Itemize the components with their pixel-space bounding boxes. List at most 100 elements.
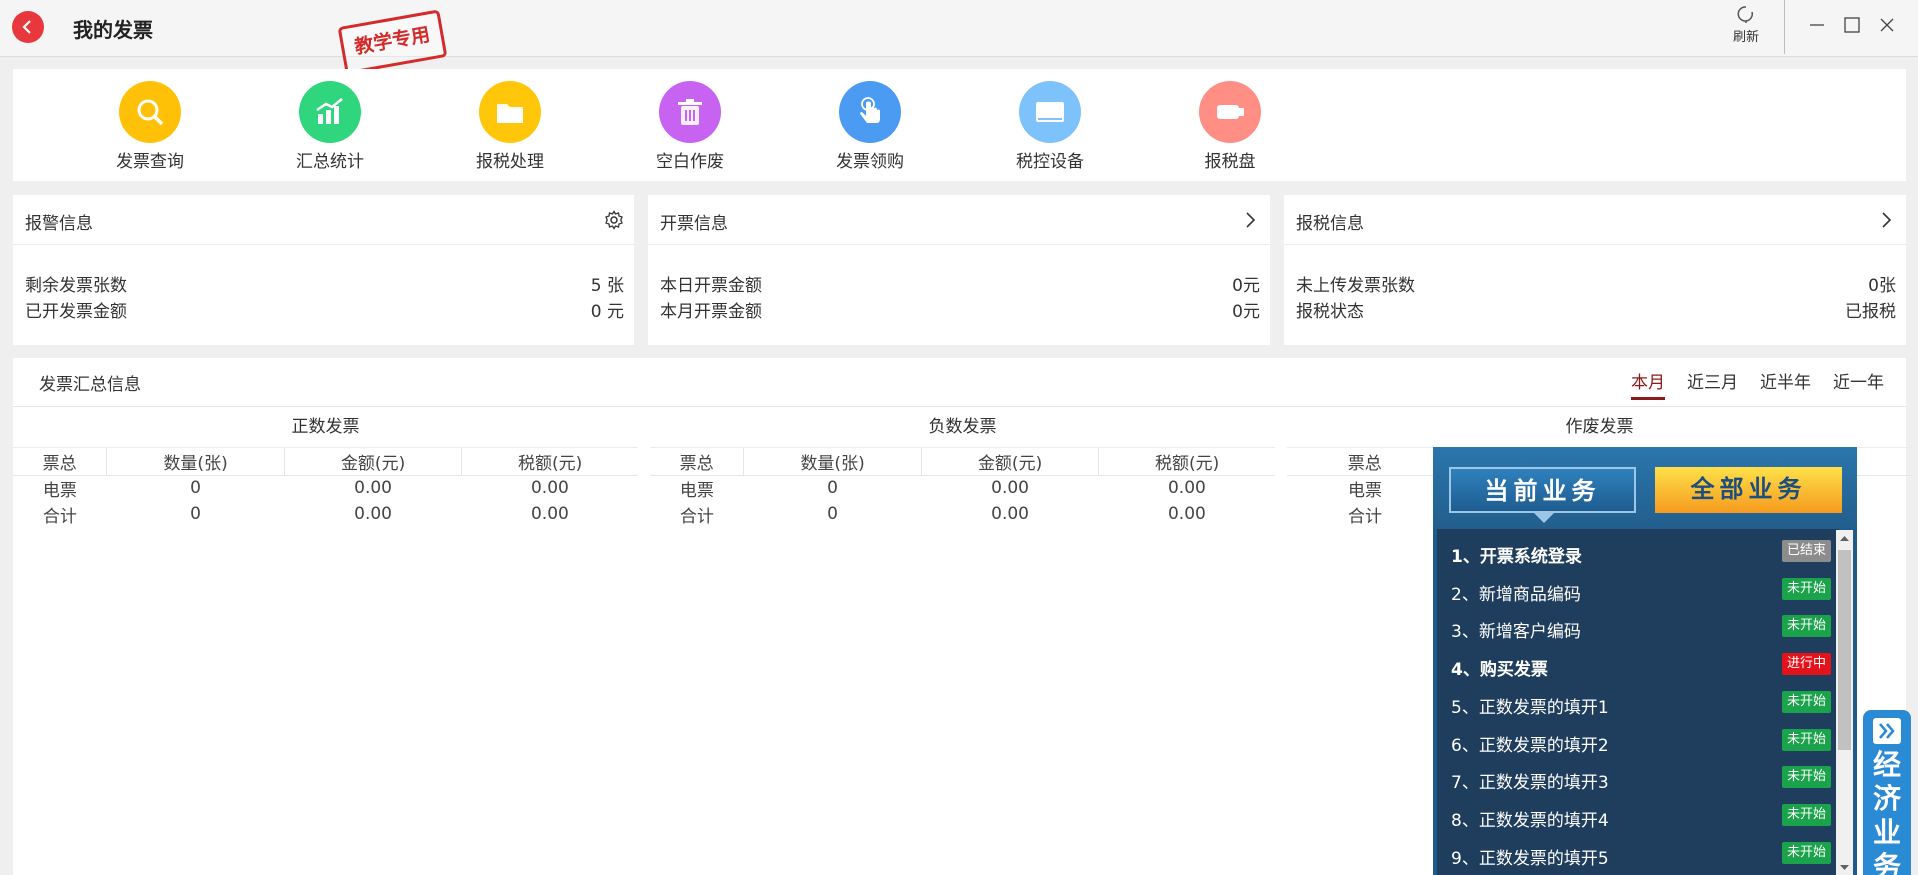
- table-row: 电票 0 0.00 0.00: [13, 475, 638, 501]
- table-cell: 合计: [42, 506, 77, 527]
- positive-invoice-group: 正数发票 票总 数量(张) 金额(元) 税额(元) 电票 0 0.00 0.00…: [13, 406, 638, 527]
- task-name: 9、正数发票的填开5: [1451, 848, 1609, 869]
- task-name: 5、正数发票的填开1: [1451, 697, 1609, 718]
- task-item[interactable]: 5、正数发票的填开1 未开始: [1451, 684, 1831, 721]
- scroll-up-icon[interactable]: [1836, 531, 1853, 545]
- table-row: 合计 0 0.00 0.00: [650, 501, 1275, 527]
- table-cell: 0.00: [991, 504, 1029, 524]
- group-title: 负数发票: [650, 406, 1275, 448]
- card-title: 报税信息: [1296, 214, 1364, 234]
- gear-icon: [605, 210, 623, 230]
- task-item[interactable]: 9、正数发票的填开5 未开始: [1451, 835, 1831, 872]
- business-task-list: 1、开票系统登录 已结束 2、新增商品编码 未开始 3、新增客户编码 未开始 4、购买发票进…: [1437, 529, 1839, 875]
- table-cell: 0.00: [1167, 478, 1206, 499]
- task-status-badge: 进行中: [1781, 653, 1831, 676]
- column-header: 票总: [1287, 448, 1444, 476]
- tool-summary-stats[interactable]: 汇总统计: [280, 81, 380, 172]
- table-cell: 合计: [1348, 506, 1382, 527]
- table-row: 合计 0 0.00 0.00: [13, 501, 638, 527]
- tab-this-month[interactable]: 本月: [1631, 368, 1665, 400]
- device-icon: [1019, 81, 1081, 143]
- chevron-right-icon[interactable]: [1240, 210, 1260, 234]
- tool-label: 发票查询: [116, 152, 184, 172]
- minimize-icon: [1810, 24, 1824, 26]
- column-header: 税额(元): [461, 448, 638, 476]
- table-cell: 0.00: [991, 478, 1029, 499]
- scrollbar-thumb[interactable]: [1838, 550, 1851, 750]
- task-name: 1、开票系统登录: [1451, 547, 1582, 567]
- tool-invoice-purchase[interactable]: 发票领购: [820, 81, 920, 172]
- tool-tax-device[interactable]: 税控设备: [1000, 81, 1100, 172]
- refresh-button[interactable]: 刷新: [1728, 4, 1764, 45]
- tax-report-info-card[interactable]: 报税信息 未上传发票张数 0张 报税状态 已报税: [1284, 195, 1906, 345]
- card-header: 报税信息: [1284, 195, 1906, 245]
- row-value: 0元: [1232, 302, 1260, 322]
- task-status-badge: 已结束: [1781, 540, 1831, 562]
- usb-key-icon: [1199, 81, 1261, 143]
- row-value: 已报税: [1845, 302, 1896, 322]
- title-bar: 我的发票 教学专用 刷新: [0, 0, 1918, 75]
- column-header: 金额(元): [921, 448, 1100, 476]
- task-item[interactable]: 6、正数发票的填开2 未开始: [1451, 722, 1831, 759]
- tab-one-year[interactable]: 近一年: [1833, 368, 1884, 397]
- invoicing-info-card[interactable]: 开票信息 本日开票金额 0元 本月开票金额 0元: [648, 195, 1270, 345]
- task-item[interactable]: 1、开票系统登录 已结束: [1451, 533, 1831, 570]
- summary-title: 发票汇总信息: [39, 375, 141, 395]
- column-header: 数量(张): [743, 448, 922, 476]
- task-list-scrollbar[interactable]: [1836, 530, 1853, 875]
- table-row: 电票 0 0.00 0.00: [650, 475, 1275, 501]
- teaching-stamp: 教学专用: [337, 9, 448, 75]
- double-chevron-right-icon: [1873, 718, 1901, 744]
- task-status-badge: 未开始: [1781, 577, 1831, 600]
- tool-tax-processing[interactable]: 报税处理: [460, 81, 560, 172]
- task-item[interactable]: 4、购买发票 进行中: [1451, 646, 1831, 683]
- economic-business-toggle[interactable]: 经济业务: [1863, 710, 1911, 875]
- column-header: 票总: [13, 448, 108, 476]
- tab-all-business[interactable]: 全部业务: [1655, 467, 1842, 513]
- task-name: 4、购买发票: [1451, 660, 1548, 681]
- business-panel: 当前业务 全部业务 1、开票系统登录 已结束 2、新增商品编码 未开始 3、新增客户编码…: [1433, 447, 1857, 875]
- tool-blank-void[interactable]: 空白作废: [640, 81, 740, 172]
- maximize-button[interactable]: [1841, 14, 1863, 36]
- table-cell: 0: [827, 504, 838, 524]
- tab-three-months[interactable]: 近三月: [1687, 368, 1738, 397]
- tool-tax-disk[interactable]: 报税盘: [1180, 81, 1280, 172]
- table-cell: 0: [827, 478, 838, 499]
- task-name: 2、新增商品编码: [1451, 584, 1581, 605]
- task-name: 8、正数发票的填开4: [1451, 810, 1609, 831]
- chevron-left-icon: [22, 20, 31, 34]
- task-item[interactable]: 3、新增客户编码 未开始: [1451, 608, 1831, 645]
- tab-current-business[interactable]: 当前业务: [1449, 467, 1636, 523]
- tab-half-year[interactable]: 近半年: [1760, 368, 1811, 397]
- settings-button[interactable]: [604, 210, 624, 234]
- scroll-down-icon[interactable]: [1836, 861, 1853, 875]
- tool-label: 税控设备: [1016, 152, 1084, 172]
- row-value: 5 张: [590, 276, 624, 296]
- column-header: 税额(元): [1098, 448, 1275, 476]
- hand-pointer-icon: [839, 81, 901, 143]
- minimize-button[interactable]: [1806, 14, 1828, 36]
- tool-invoice-query[interactable]: 发票查询: [100, 81, 200, 172]
- card-title: 报警信息: [25, 214, 93, 234]
- table-cell: 0: [190, 504, 201, 524]
- task-name: 7、正数发票的填开3: [1451, 773, 1609, 794]
- maximize-icon: [1844, 17, 1860, 33]
- alarm-info-card: 报警信息 剩余发票张数 5 张 已开发票金额 0 元: [13, 195, 634, 345]
- task-name: 6、正数发票的填开2: [1451, 735, 1609, 756]
- chart-icon: [299, 81, 361, 143]
- table-cell: 0.00: [1167, 504, 1206, 524]
- tool-label: 发票领购: [836, 152, 904, 172]
- task-item[interactable]: 7、正数发票的填开3 未开始: [1451, 759, 1831, 796]
- task-item[interactable]: 8、正数发票的填开4 未开始: [1451, 797, 1831, 834]
- column-header: 数量(张): [106, 448, 285, 476]
- positive-invoice-table: 票总 数量(张) 金额(元) 税额(元) 电票 0 0.00 0.00 合计 0…: [13, 448, 638, 527]
- task-item[interactable]: 2、新增商品编码 未开始: [1451, 571, 1831, 608]
- task-status-badge: 未开始: [1781, 615, 1831, 638]
- back-button[interactable]: [12, 11, 44, 43]
- card-title: 开票信息: [660, 214, 728, 234]
- group-title: 正数发票: [13, 406, 638, 448]
- row-value: 0元: [1232, 276, 1260, 296]
- close-button[interactable]: [1876, 14, 1898, 36]
- chevron-right-icon[interactable]: [1876, 210, 1896, 234]
- unuploaded-row: 未上传发票张数 0张: [1296, 271, 1896, 296]
